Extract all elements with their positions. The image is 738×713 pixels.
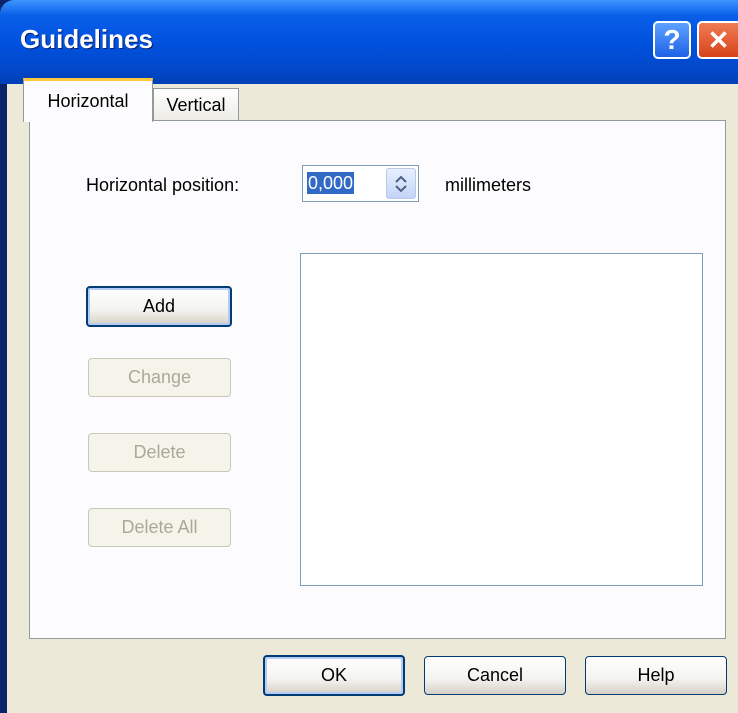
delete-all-button-label: Delete All bbox=[121, 517, 198, 537]
question-icon: ? bbox=[663, 24, 681, 55]
help-title-button[interactable]: ? bbox=[653, 21, 691, 59]
add-button-label: Add bbox=[142, 296, 176, 316]
ok-button[interactable]: OK bbox=[263, 655, 405, 696]
unit-label: millimeters bbox=[445, 175, 532, 195]
change-button-label: Change bbox=[127, 367, 192, 387]
close-button[interactable]: ✕ bbox=[697, 21, 738, 59]
ok-button-label: OK bbox=[320, 665, 347, 685]
add-button[interactable]: Add bbox=[86, 286, 232, 327]
window-title: Guidelines bbox=[20, 24, 153, 54]
tab-horizontal-label: Horizontal bbox=[47, 91, 129, 111]
cancel-button-label: Cancel bbox=[466, 665, 524, 685]
horizontal-position-label: Horizontal position: bbox=[86, 175, 240, 195]
close-icon: ✕ bbox=[707, 25, 730, 55]
position-spinner[interactable] bbox=[386, 168, 416, 199]
delete-all-button[interactable]: Delete All bbox=[88, 508, 231, 547]
guidelines-dialog: Guidelines ? ✕ Horizontal Vertical Horiz… bbox=[0, 0, 738, 713]
cancel-button[interactable]: Cancel bbox=[424, 656, 566, 695]
title-bar[interactable]: Guidelines ? ✕ bbox=[0, 0, 738, 84]
tab-vertical-label: Vertical bbox=[166, 95, 226, 115]
help-button[interactable]: Help bbox=[585, 656, 727, 695]
chevron-down-icon[interactable] bbox=[395, 184, 407, 193]
chevron-up-icon[interactable] bbox=[395, 175, 407, 183]
position-value[interactable]: 0,000 bbox=[307, 172, 355, 194]
help-button-label: Help bbox=[637, 665, 675, 685]
tab-horizontal[interactable]: Horizontal bbox=[23, 78, 153, 122]
delete-button[interactable]: Delete bbox=[88, 433, 231, 472]
tab-vertical[interactable]: Vertical bbox=[153, 88, 239, 122]
guidelines-list[interactable] bbox=[300, 253, 703, 586]
change-button[interactable]: Change bbox=[88, 358, 231, 397]
horizontal-position-input[interactable]: 0,000 bbox=[302, 165, 419, 202]
delete-button-label: Delete bbox=[133, 442, 186, 462]
